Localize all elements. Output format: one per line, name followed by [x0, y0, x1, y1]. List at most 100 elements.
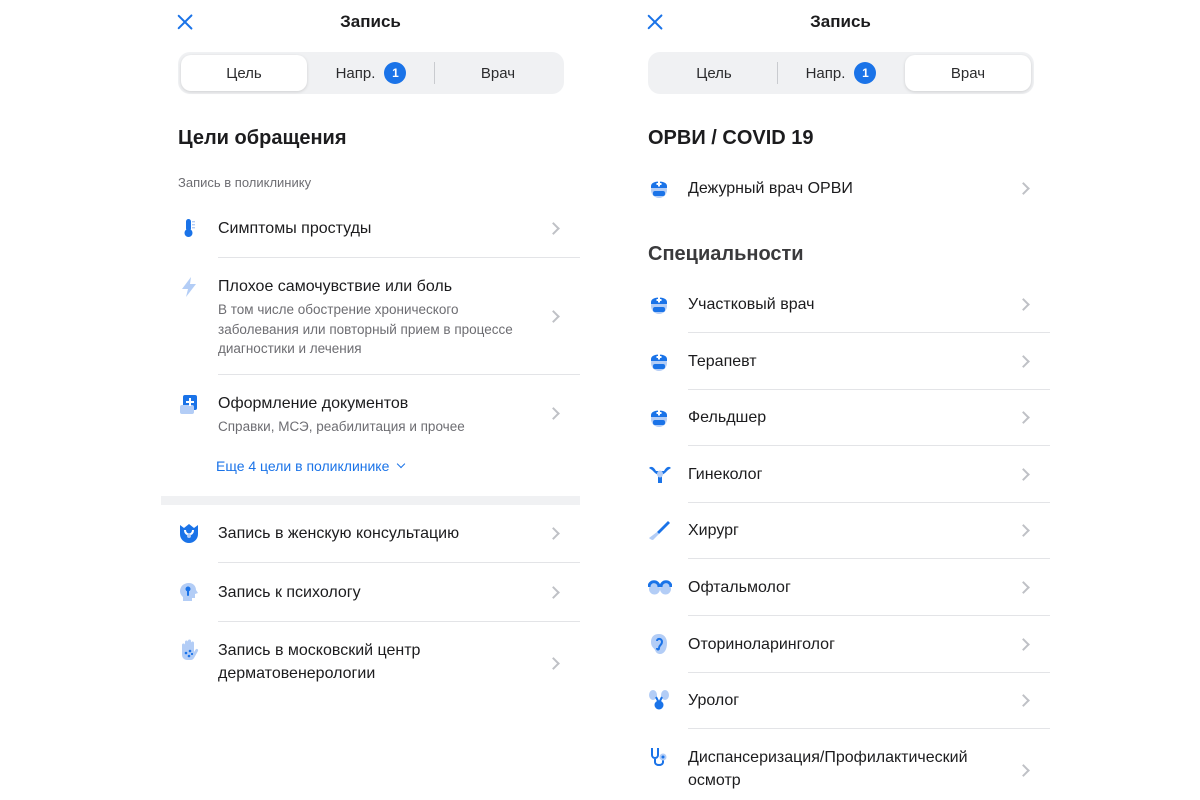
specialty-label: Диспансеризация/Профилактический осмотр: [688, 748, 968, 789]
chevron-right-icon: [1017, 524, 1030, 538]
chevron-right-icon: [1017, 694, 1030, 708]
specialty-label: Терапевт: [688, 352, 757, 370]
tab-referrals[interactable]: Напр. 1: [778, 55, 904, 91]
specialty-label: Участковый врач: [688, 296, 815, 313]
goal-description: В том числе обострение хронического забо…: [218, 302, 513, 356]
womens-clinic-icon: [178, 522, 200, 544]
specialty-item[interactable]: Диспансеризация/Профилактический осмотр: [648, 737, 1050, 800]
kidneys-icon: [648, 689, 670, 711]
specialty-item[interactable]: Гинеколог: [648, 454, 1050, 496]
chevron-right-icon: [1017, 411, 1030, 425]
divider: [688, 671, 1050, 673]
screen-title: Запись: [810, 12, 871, 31]
tab-doctor-label: Врач: [950, 64, 986, 82]
doctor-icon: [648, 177, 670, 199]
specialty-label: Гинеколог: [688, 465, 763, 483]
doctor-screen: Запись Цель Напр. 1 Врач ОРВИ / COVID 19…: [631, 0, 1050, 800]
tab-doctor[interactable]: Врач: [435, 55, 561, 91]
chevron-right-icon: [1017, 581, 1030, 594]
specialty-item[interactable]: Оториноларинголог: [648, 624, 1050, 666]
goal-label: Плохое самочувствие или боль: [218, 278, 453, 295]
section-divider: [161, 496, 580, 505]
document-plus-icon: [178, 393, 200, 415]
divider: [218, 374, 580, 375]
ear-icon: [648, 633, 670, 655]
more-goals-label: Еще 4 цели в поликлинике: [216, 458, 390, 474]
chevron-right-icon: [1017, 354, 1030, 368]
booking-mode-switch: Цель Напр. 1 Врач: [648, 52, 1034, 94]
specialties-heading: Специальности: [648, 243, 804, 265]
chevron-right-icon: [1017, 467, 1030, 481]
eyes-icon: [648, 576, 672, 598]
divider: [688, 445, 1050, 447]
chevron-right-icon: [1017, 637, 1030, 651]
doctor-icon: [648, 350, 670, 372]
psychologist-icon: [178, 581, 200, 603]
divider: [688, 615, 1050, 616]
goal-description: Справки, МСЭ, реабилитация и прочее: [218, 419, 465, 434]
divider: [688, 728, 1050, 730]
tab-goal[interactable]: Цель: [651, 55, 777, 91]
specialty-item[interactable]: Хирург: [648, 510, 1050, 552]
goal-cold-symptoms[interactable]: Симптомы простуды: [178, 208, 580, 258]
tab-referrals-label: Напр.: [335, 64, 376, 82]
scalpel-icon: [648, 519, 670, 541]
doctor-icon: [648, 293, 670, 315]
divider: [218, 621, 580, 622]
tab-doctor-label: Врач: [480, 64, 516, 82]
divider: [688, 388, 1050, 390]
specialty-item[interactable]: Терапевт: [648, 341, 1050, 383]
goal-feeling-unwell[interactable]: Плохое самочувствие или боль В том числе…: [178, 267, 580, 375]
tab-referrals[interactable]: Напр. 1: [308, 55, 434, 91]
tab-doctor[interactable]: Врач: [905, 55, 1031, 91]
more-goals-link[interactable]: Еще 4 цели в поликлинике: [216, 458, 406, 474]
divider: [688, 558, 1050, 560]
dermatovenerology-item[interactable]: Запись в московский центр дерматовенерол…: [178, 630, 580, 696]
booking-mode-switch: Цель Напр. 1 Врач: [178, 52, 564, 94]
uterus-icon: [648, 463, 671, 485]
specialty-item[interactable]: Офтальмолог: [648, 567, 1050, 609]
goal-label: Симптомы простуды: [218, 220, 372, 237]
chevron-right-icon: [1017, 763, 1030, 777]
tab-goal[interactable]: Цель: [181, 55, 307, 91]
tab-goal-label: Цель: [226, 64, 262, 82]
womens-consultation-item[interactable]: Запись в женскую консультацию: [178, 513, 580, 563]
specialty-label: Хирург: [688, 522, 739, 540]
stethoscope-icon: [648, 746, 670, 768]
item-label: Запись к психологу: [218, 584, 361, 601]
item-label: Запись в женскую консультацию: [218, 525, 460, 542]
top-bar: Запись: [631, 0, 1050, 44]
specialty-label: Уролог: [688, 692, 740, 710]
lightning-icon: [178, 276, 200, 298]
chevron-right-icon: [547, 586, 560, 599]
chevron-right-icon: [1017, 298, 1030, 311]
hand-dots-icon: [178, 639, 200, 661]
specialty-label: Фельдшер: [688, 409, 767, 427]
chevron-right-icon: [547, 407, 560, 420]
screen-title: Запись: [340, 12, 401, 31]
specialty-label: Офтальмолог: [688, 579, 791, 596]
chevron-down-icon: [397, 459, 406, 469]
goal-screen: Запись Цель Напр. 1 Врач Цели обращения …: [161, 0, 580, 800]
item-label: Запись в московский центр дерматовенерол…: [218, 642, 421, 682]
specialty-item[interactable]: Участковый врач: [648, 284, 1050, 326]
chevron-right-icon: [547, 657, 560, 670]
specialty-item[interactable]: Уролог: [648, 680, 1050, 722]
divider: [218, 257, 580, 258]
goal-documents[interactable]: Оформление документов Справки, МСЭ, реаб…: [178, 384, 580, 446]
goal-label: Оформление документов: [218, 395, 409, 412]
divider: [688, 501, 1050, 503]
tab-goal-label: Цель: [696, 64, 732, 82]
chevron-right-icon: [1017, 182, 1030, 195]
specialty-item[interactable]: Фельдшер: [648, 397, 1050, 439]
psychologist-item[interactable]: Запись к психологу: [178, 572, 580, 622]
item-label: Дежурный врач ОРВИ: [688, 180, 853, 197]
divider: [688, 332, 1050, 333]
divider: [218, 562, 580, 563]
chevron-right-icon: [547, 310, 560, 323]
goals-heading: Цели обращения: [178, 127, 347, 149]
doctor-icon: [648, 406, 670, 428]
thermometer-icon: [178, 217, 200, 239]
chevron-right-icon: [547, 527, 560, 540]
duty-doctor-arvi-item[interactable]: Дежурный врач ОРВИ: [648, 168, 1050, 210]
